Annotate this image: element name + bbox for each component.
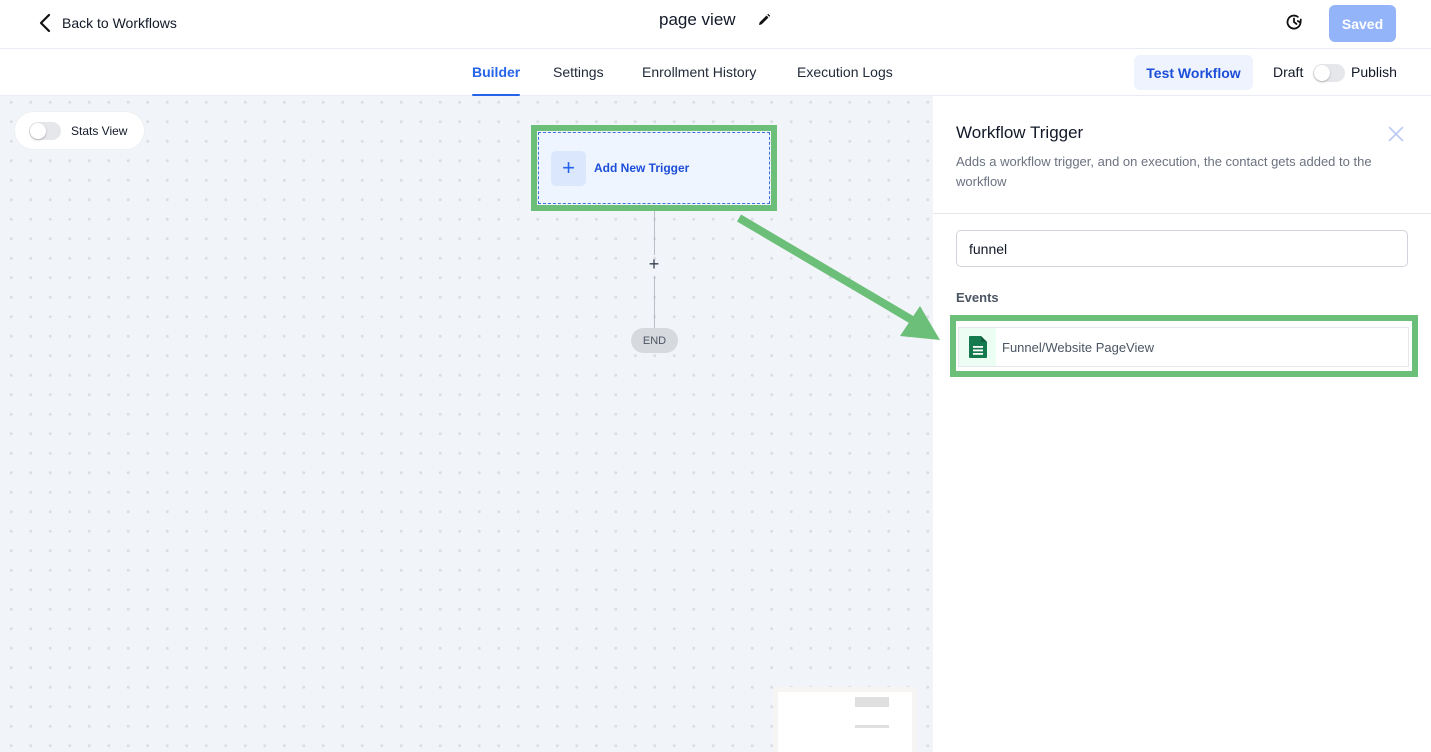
- back-label: Back to Workflows: [62, 15, 177, 31]
- event-highlight-annotation: [950, 315, 1418, 377]
- publish-label: Publish: [1351, 64, 1397, 80]
- end-node: END: [631, 328, 678, 353]
- add-new-trigger-node[interactable]: + Add New Trigger: [538, 132, 770, 204]
- tab-builder[interactable]: Builder: [472, 64, 521, 96]
- draft-label: Draft: [1273, 64, 1304, 80]
- top-bar: Back to Workflows page view Saved: [0, 0, 1431, 49]
- close-icon[interactable]: [1388, 126, 1404, 142]
- back-to-workflows-link[interactable]: Back to Workflows: [38, 12, 177, 34]
- pencil-icon[interactable]: [757, 13, 771, 27]
- plus-icon: +: [551, 150, 586, 186]
- stats-view-toggle[interactable]: [29, 121, 61, 140]
- history-clock-icon[interactable]: [1284, 12, 1304, 32]
- chevron-left-icon: [39, 13, 51, 33]
- panel-description: Adds a workflow trigger, and on executio…: [956, 154, 1372, 189]
- panel-header: Workflow Trigger Adds a workflow trigger…: [933, 96, 1431, 214]
- trigger-search-input[interactable]: [956, 230, 1408, 267]
- connector-line: [654, 211, 655, 255]
- stats-view-control: Stats View: [15, 112, 144, 149]
- workflow-title: page view: [659, 10, 736, 29]
- events-section-label: Events: [956, 290, 999, 305]
- connector-line: [654, 276, 655, 328]
- add-new-trigger-label: Add New Trigger: [594, 161, 690, 175]
- workflow-trigger-panel: Workflow Trigger Adds a workflow trigger…: [933, 96, 1431, 752]
- saved-button[interactable]: Saved: [1329, 5, 1396, 42]
- minimap-node: [855, 725, 889, 728]
- publish-toggle[interactable]: [1313, 64, 1345, 82]
- test-workflow-button[interactable]: Test Workflow: [1134, 55, 1253, 90]
- minimap[interactable]: [778, 692, 912, 752]
- tab-execution-logs[interactable]: Execution Logs: [797, 64, 893, 96]
- minimap-node: [855, 697, 889, 707]
- panel-title: Workflow Trigger: [956, 123, 1084, 142]
- add-step-button[interactable]: +: [645, 254, 663, 274]
- workflow-title-group: page view: [659, 10, 771, 30]
- tab-enrollment-history[interactable]: Enrollment History: [642, 64, 756, 96]
- stats-view-label: Stats View: [71, 123, 128, 138]
- tab-bar: Builder Settings Enrollment History Exec…: [0, 49, 1431, 96]
- workflow-canvas[interactable]: Stats View + Add New Trigger + END: [0, 96, 933, 752]
- tab-settings[interactable]: Settings: [553, 64, 604, 96]
